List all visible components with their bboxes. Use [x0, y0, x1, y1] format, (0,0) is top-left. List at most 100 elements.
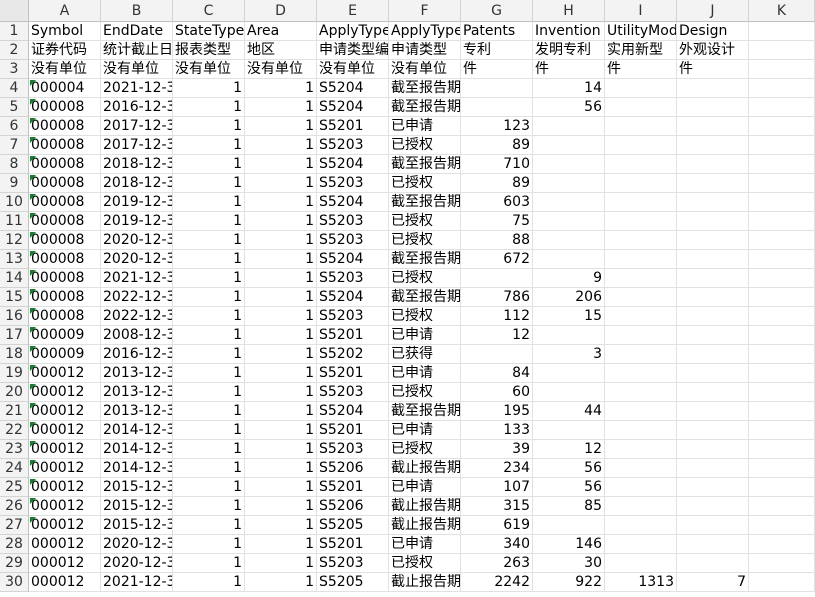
cell-b8[interactable]: 2018-12-31 — [101, 155, 173, 174]
cell-c20[interactable]: 1 — [173, 383, 245, 402]
cell-h19[interactable] — [533, 364, 605, 383]
cell-f2[interactable]: 申请类型 — [389, 41, 461, 60]
cell-c14[interactable]: 1 — [173, 269, 245, 288]
cell-i27[interactable] — [605, 516, 677, 535]
number-stored-as-text-indicator[interactable] — [30, 460, 36, 466]
cell-h12[interactable] — [533, 231, 605, 250]
column-header-d[interactable]: D — [245, 0, 317, 22]
cell-c7[interactable]: 1 — [173, 136, 245, 155]
cell-a15[interactable]: 000008 — [29, 288, 101, 307]
cell-f1[interactable]: ApplyType — [389, 22, 461, 41]
cell-j19[interactable] — [677, 364, 749, 383]
cell-i22[interactable] — [605, 421, 677, 440]
select-all-corner[interactable] — [0, 0, 29, 22]
cell-f16[interactable]: 已授权 — [389, 307, 461, 326]
cell-k27[interactable] — [749, 516, 815, 535]
cell-b12[interactable]: 2020-12-31 — [101, 231, 173, 250]
cell-k13[interactable] — [749, 250, 815, 269]
number-stored-as-text-indicator[interactable] — [30, 118, 36, 124]
cell-f12[interactable]: 已授权 — [389, 231, 461, 250]
cell-j20[interactable] — [677, 383, 749, 402]
row-header-7[interactable]: 7 — [0, 136, 29, 155]
cell-j2[interactable]: 外观设计 — [677, 41, 749, 60]
cell-h6[interactable] — [533, 117, 605, 136]
cell-f3[interactable]: 没有单位 — [389, 60, 461, 79]
cell-j17[interactable] — [677, 326, 749, 345]
cell-i21[interactable] — [605, 402, 677, 421]
cell-g4[interactable] — [461, 79, 533, 98]
cell-h16[interactable]: 15 — [533, 307, 605, 326]
cell-b23[interactable]: 2014-12-31 — [101, 440, 173, 459]
cell-e1[interactable]: ApplyTypeCode — [317, 22, 389, 41]
number-stored-as-text-indicator[interactable] — [30, 251, 36, 257]
cell-g15[interactable]: 786 — [461, 288, 533, 307]
cell-j12[interactable] — [677, 231, 749, 250]
number-stored-as-text-indicator[interactable] — [30, 365, 36, 371]
cell-f22[interactable]: 已申请 — [389, 421, 461, 440]
cell-j4[interactable] — [677, 79, 749, 98]
cell-h23[interactable]: 12 — [533, 440, 605, 459]
cell-h27[interactable] — [533, 516, 605, 535]
row-header-23[interactable]: 23 — [0, 440, 29, 459]
cell-a16[interactable]: 000008 — [29, 307, 101, 326]
number-stored-as-text-indicator[interactable] — [30, 384, 36, 390]
cell-a12[interactable]: 000008 — [29, 231, 101, 250]
cell-g19[interactable]: 84 — [461, 364, 533, 383]
cell-d3[interactable]: 没有单位 — [245, 60, 317, 79]
cell-i12[interactable] — [605, 231, 677, 250]
cell-b20[interactable]: 2013-12-31 — [101, 383, 173, 402]
row-header-15[interactable]: 15 — [0, 288, 29, 307]
cell-j8[interactable] — [677, 155, 749, 174]
cell-c30[interactable]: 1 — [173, 573, 245, 592]
cell-f8[interactable]: 截至报告期末 — [389, 155, 461, 174]
cell-a5[interactable]: 000008 — [29, 98, 101, 117]
number-stored-as-text-indicator[interactable] — [30, 346, 36, 352]
cell-d25[interactable]: 1 — [245, 478, 317, 497]
row-header-5[interactable]: 5 — [0, 98, 29, 117]
cell-k3[interactable] — [749, 60, 815, 79]
row-header-9[interactable]: 9 — [0, 174, 29, 193]
cell-j30[interactable]: 7 — [677, 573, 749, 592]
cell-b28[interactable]: 2020-12-31 — [101, 535, 173, 554]
cell-d28[interactable]: 1 — [245, 535, 317, 554]
cell-i10[interactable] — [605, 193, 677, 212]
cell-j11[interactable] — [677, 212, 749, 231]
cell-g10[interactable]: 603 — [461, 193, 533, 212]
cell-b29[interactable]: 2020-12-31 — [101, 554, 173, 573]
cell-d30[interactable]: 1 — [245, 573, 317, 592]
cell-h13[interactable] — [533, 250, 605, 269]
cell-c28[interactable]: 1 — [173, 535, 245, 554]
cell-d26[interactable]: 1 — [245, 497, 317, 516]
cell-b9[interactable]: 2018-12-31 — [101, 174, 173, 193]
cell-a1[interactable]: Symbol — [29, 22, 101, 41]
cell-a21[interactable]: 000012 — [29, 402, 101, 421]
cell-c19[interactable]: 1 — [173, 364, 245, 383]
number-stored-as-text-indicator[interactable] — [30, 213, 36, 219]
cell-i3[interactable]: 件 — [605, 60, 677, 79]
cell-c17[interactable]: 1 — [173, 326, 245, 345]
cell-j15[interactable] — [677, 288, 749, 307]
cell-k23[interactable] — [749, 440, 815, 459]
cell-h15[interactable]: 206 — [533, 288, 605, 307]
cell-e10[interactable]: S5204 — [317, 193, 389, 212]
cell-j22[interactable] — [677, 421, 749, 440]
cell-d14[interactable]: 1 — [245, 269, 317, 288]
cell-k22[interactable] — [749, 421, 815, 440]
row-header-8[interactable]: 8 — [0, 155, 29, 174]
cell-b4[interactable]: 2021-12-31 — [101, 79, 173, 98]
row-header-21[interactable]: 21 — [0, 402, 29, 421]
cell-i6[interactable] — [605, 117, 677, 136]
cell-g7[interactable]: 89 — [461, 136, 533, 155]
number-stored-as-text-indicator[interactable] — [30, 289, 36, 295]
cell-e8[interactable]: S5204 — [317, 155, 389, 174]
row-header-13[interactable]: 13 — [0, 250, 29, 269]
cell-d4[interactable]: 1 — [245, 79, 317, 98]
cell-a30[interactable]: 000012 — [29, 573, 101, 592]
cell-k1[interactable] — [749, 22, 815, 41]
cell-c10[interactable]: 1 — [173, 193, 245, 212]
row-header-18[interactable]: 18 — [0, 345, 29, 364]
row-header-29[interactable]: 29 — [0, 554, 29, 573]
cell-g20[interactable]: 60 — [461, 383, 533, 402]
row-header-1[interactable]: 1 — [0, 22, 29, 41]
cell-c3[interactable]: 没有单位 — [173, 60, 245, 79]
